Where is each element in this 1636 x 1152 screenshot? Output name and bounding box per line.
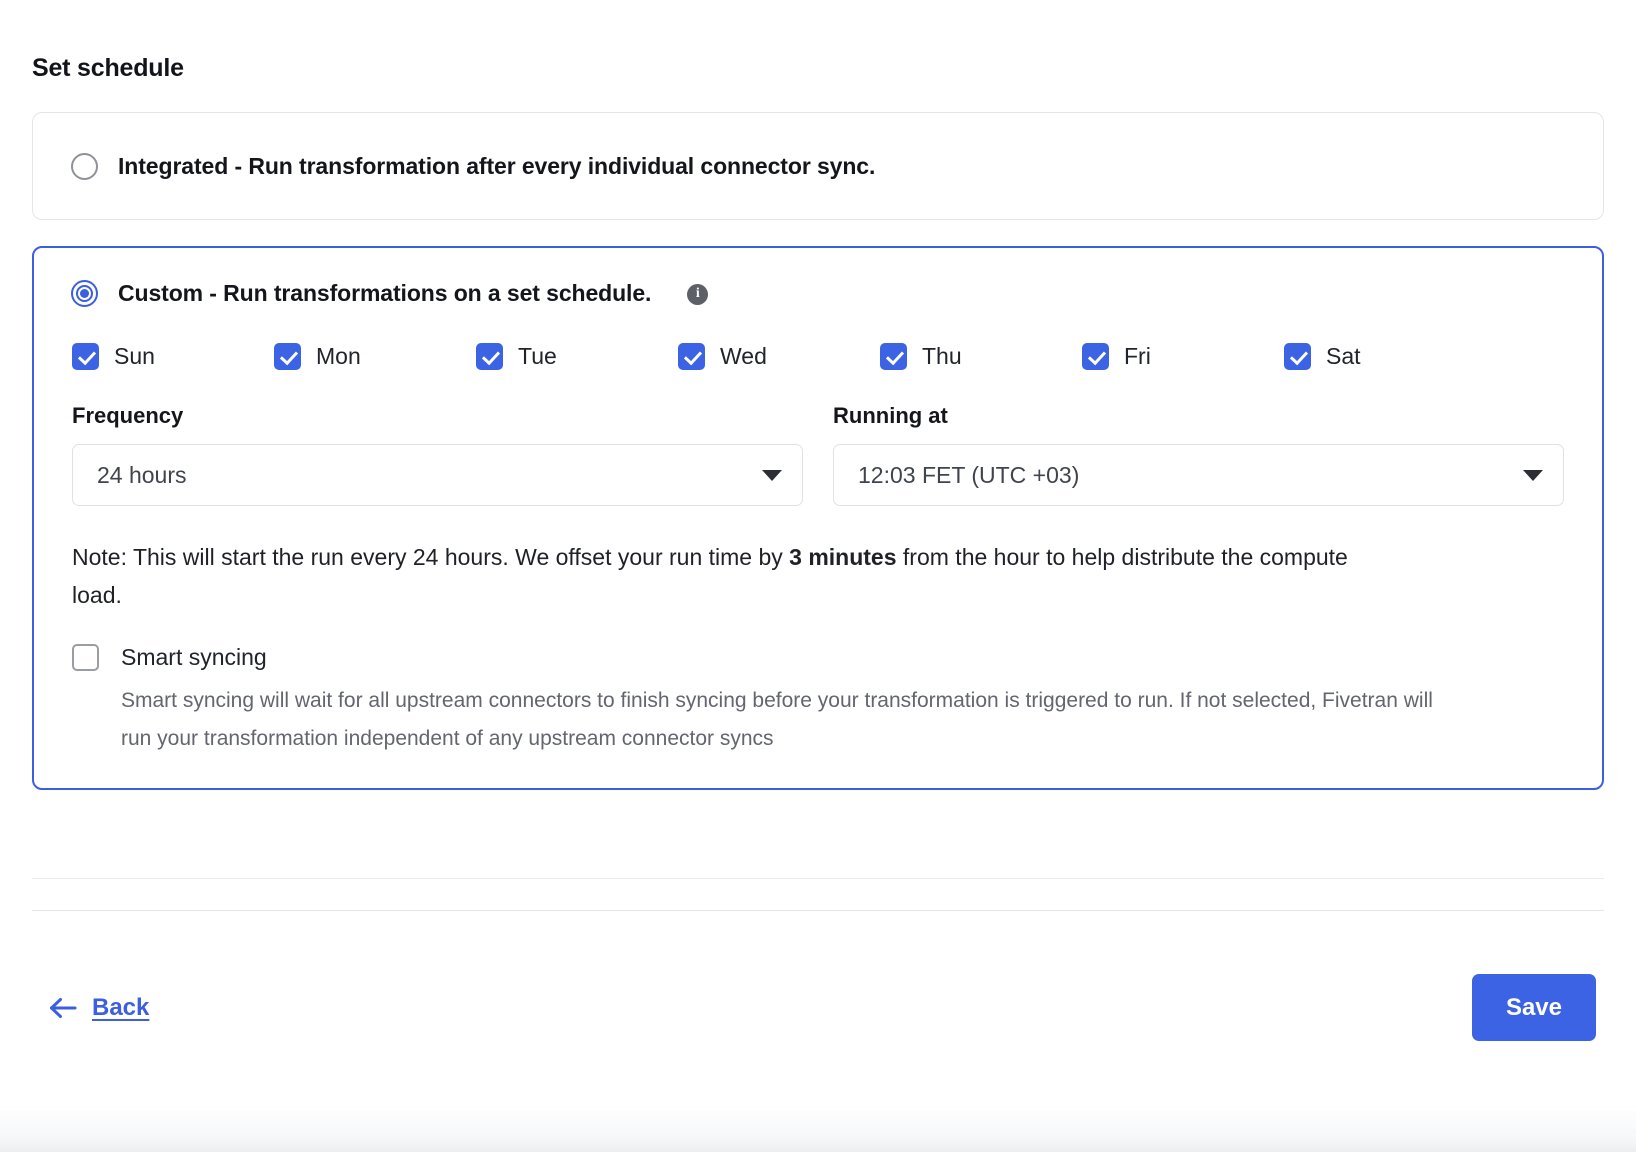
checkbox-sat[interactable] xyxy=(1284,342,1311,370)
divider-top xyxy=(32,878,1604,879)
chevron-down-icon[interactable] xyxy=(762,469,782,481)
custom-schedule-body: Sun Mon Tue Wed Thu Fri Sat Frequency 24… xyxy=(34,342,1602,788)
days-row: Sun Mon Tue Wed Thu Fri Sat xyxy=(72,342,1564,370)
footer-actions: Back Save xyxy=(32,974,1604,1041)
day-label-thu: Thu xyxy=(922,343,962,369)
day-label-mon: Mon xyxy=(316,343,361,369)
day-toggle-fri[interactable]: Fri xyxy=(1082,342,1284,370)
day-label-sat: Sat xyxy=(1326,343,1361,369)
day-toggle-thu[interactable]: Thu xyxy=(880,342,1082,370)
checkbox-wed[interactable] xyxy=(678,342,705,370)
set-schedule-page: Set schedule Integrated - Run transforma… xyxy=(0,0,1636,1152)
schedule-fields-row: Frequency 24 hours Running at 12:03 FET … xyxy=(72,402,1564,506)
checkbox-sun[interactable] xyxy=(72,342,99,370)
smart-syncing-description: Smart syncing will wait for all upstream… xyxy=(121,689,1433,750)
option-integrated-header[interactable]: Integrated - Run transformation after ev… xyxy=(33,113,1603,219)
option-custom-label: Custom - Run transformations on a set sc… xyxy=(118,280,652,306)
divider-bottom xyxy=(32,910,1604,911)
option-custom-header[interactable]: Custom - Run transformations on a set sc… xyxy=(34,248,1602,316)
running-at-label: Running at xyxy=(833,403,948,428)
option-card-integrated[interactable]: Integrated - Run transformation after ev… xyxy=(32,112,1604,220)
running-at-value: 12:03 FET (UTC +03) xyxy=(858,462,1080,488)
frequency-label: Frequency xyxy=(72,403,184,428)
checkbox-tue[interactable] xyxy=(476,342,503,370)
day-label-fri: Fri xyxy=(1124,343,1151,369)
radio-integrated[interactable] xyxy=(71,152,98,180)
option-integrated-label: Integrated - Run transformation after ev… xyxy=(118,153,876,179)
note-emphasis: 3 minutes xyxy=(789,544,897,570)
frequency-field: Frequency 24 hours xyxy=(72,402,803,506)
arrow-left-icon xyxy=(50,997,77,1018)
save-button[interactable]: Save xyxy=(1471,974,1596,1041)
day-label-wed: Wed xyxy=(720,343,767,369)
note-part-1: Note: This will start the run every 24 h… xyxy=(72,544,790,570)
day-toggle-wed[interactable]: Wed xyxy=(678,342,880,370)
frequency-value: 24 hours xyxy=(97,462,187,488)
day-toggle-sat[interactable]: Sat xyxy=(1284,342,1361,370)
running-at-select[interactable]: 12:03 FET (UTC +03) xyxy=(833,444,1564,506)
bottom-gradient-strip xyxy=(0,1104,1636,1152)
running-at-field: Running at 12:03 FET (UTC +03) xyxy=(833,402,1564,506)
info-icon[interactable]: i xyxy=(687,283,709,305)
back-link-label: Back xyxy=(92,993,150,1021)
smart-syncing-label: Smart syncing xyxy=(121,644,267,670)
frequency-select[interactable]: 24 hours xyxy=(72,444,803,506)
day-label-tue: Tue xyxy=(518,343,557,369)
option-card-custom[interactable]: Custom - Run transformations on a set sc… xyxy=(32,246,1604,790)
checkbox-mon[interactable] xyxy=(274,342,301,370)
back-link[interactable]: Back xyxy=(32,994,149,1022)
checkbox-smart-syncing[interactable] xyxy=(72,643,99,671)
checkbox-fri[interactable] xyxy=(1082,342,1109,370)
page-title: Set schedule xyxy=(32,54,184,82)
schedule-note: Note: This will start the run every 24 h… xyxy=(72,538,1402,614)
day-toggle-tue[interactable]: Tue xyxy=(476,342,678,370)
day-toggle-sun[interactable]: Sun xyxy=(72,342,274,370)
day-label-sun: Sun xyxy=(114,343,155,369)
smart-syncing-toggle[interactable]: Smart syncing xyxy=(72,642,1564,672)
radio-custom[interactable] xyxy=(71,279,98,307)
checkbox-thu[interactable] xyxy=(880,342,907,370)
day-toggle-mon[interactable]: Mon xyxy=(274,342,476,370)
chevron-down-icon[interactable] xyxy=(1523,469,1543,481)
